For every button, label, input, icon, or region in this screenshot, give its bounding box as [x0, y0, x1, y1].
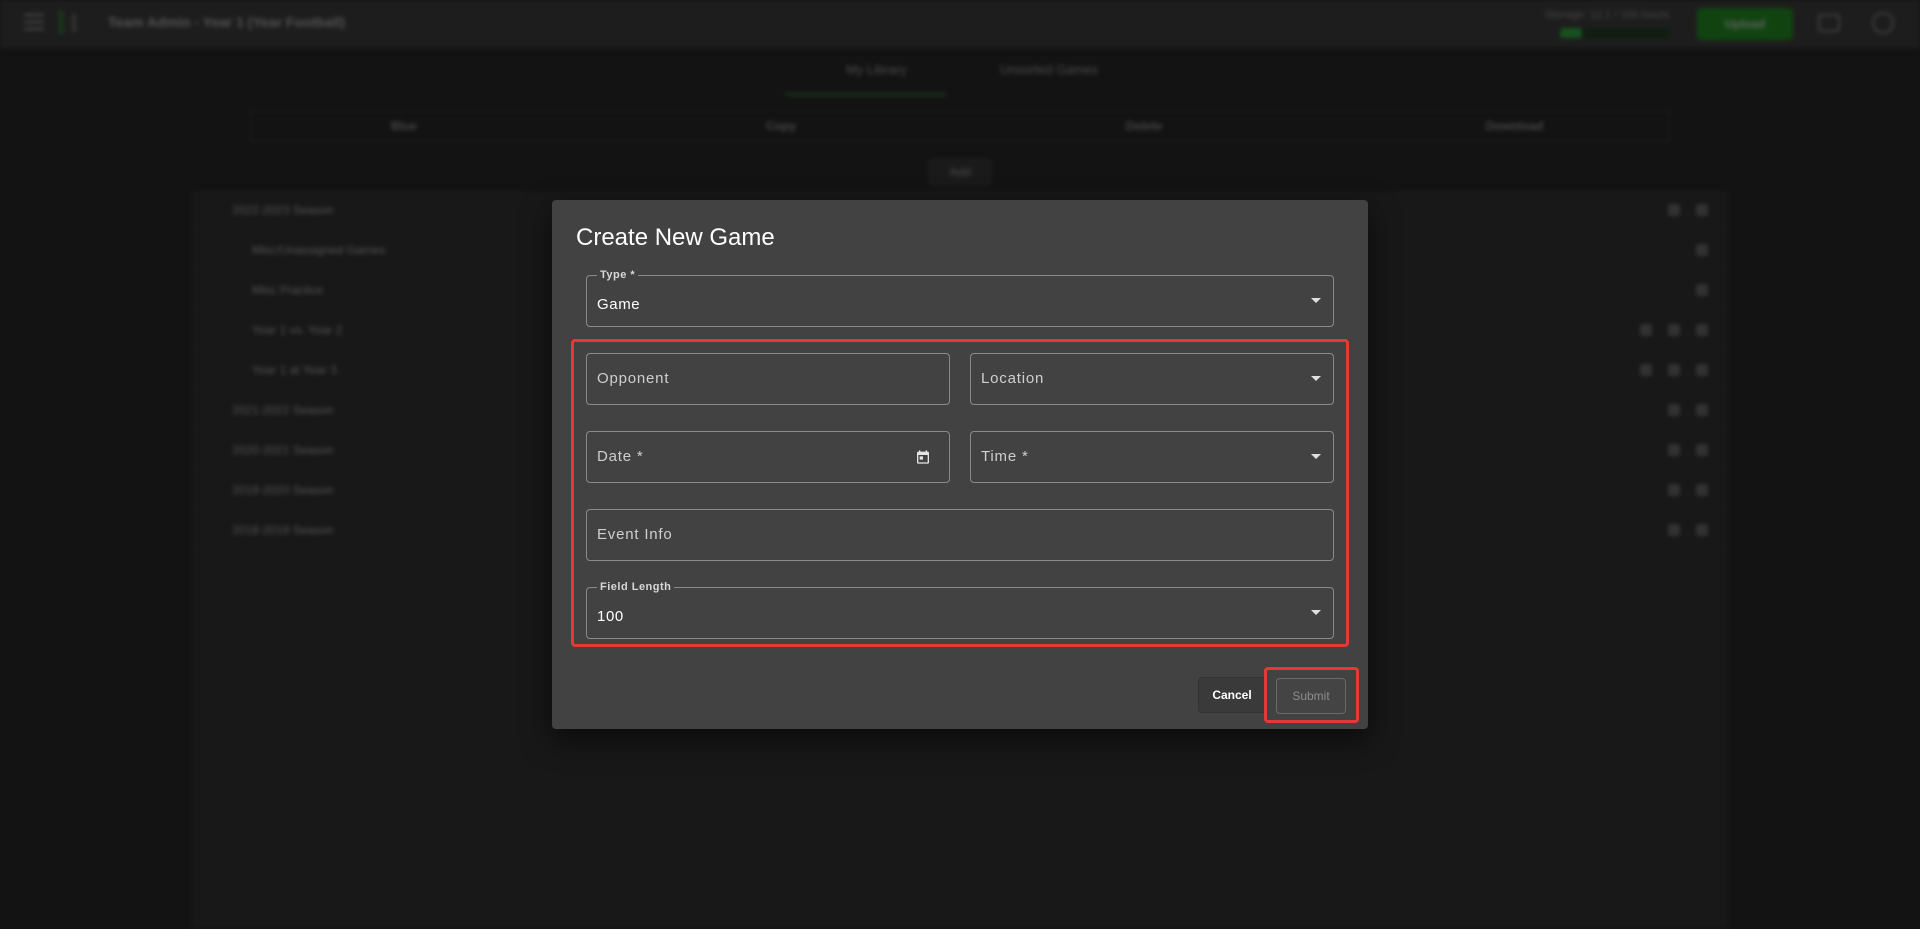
chevron-down-icon [1311, 610, 1321, 615]
chevron-down-icon [1311, 376, 1321, 381]
highlight-submit: Submit [1264, 667, 1359, 723]
event-info-placeholder: Event Info [597, 526, 673, 543]
location-select[interactable]: Location [970, 353, 1334, 405]
create-game-dialog: Create New Game Type * Game Opponent Loc… [552, 200, 1368, 729]
chevron-down-icon [1311, 454, 1321, 459]
submit-button[interactable]: Submit [1276, 678, 1346, 714]
field-length-value: 100 [597, 608, 624, 625]
type-select[interactable]: Type * Game [586, 269, 1334, 327]
time-placeholder: Time * [981, 448, 1029, 465]
location-placeholder: Location [981, 370, 1045, 387]
opponent-placeholder: Opponent [597, 370, 670, 387]
opponent-input[interactable]: Opponent [586, 353, 950, 405]
date-placeholder: Date * [597, 448, 644, 465]
type-label: Type * [597, 269, 639, 281]
cancel-button[interactable]: Cancel [1198, 677, 1266, 713]
dialog-title: Create New Game [576, 224, 775, 251]
chevron-down-icon [1311, 298, 1321, 303]
time-select[interactable]: Time * [970, 431, 1334, 483]
calendar-icon[interactable] [915, 449, 931, 465]
field-length-label: Field Length [597, 581, 675, 593]
date-input[interactable]: Date * [586, 431, 950, 483]
field-length-select[interactable]: Field Length 100 [586, 581, 1334, 639]
event-info-input[interactable]: Event Info [586, 509, 1334, 561]
type-value: Game [597, 296, 641, 313]
